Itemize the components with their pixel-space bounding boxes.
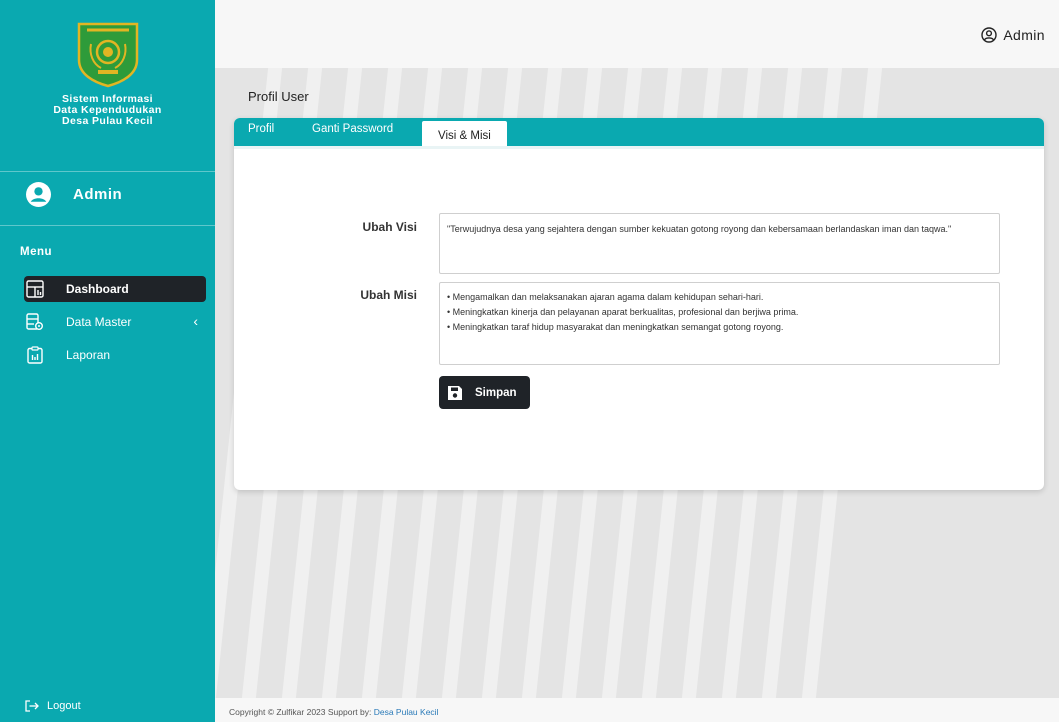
misi-textarea[interactable]: • Mengamalkan dan melaksanakan ajaran ag… (439, 282, 1000, 365)
top-bar: Admin (215, 0, 1059, 68)
profile-card: Profil Ganti Password Visi & Misi Ubah V… (234, 118, 1044, 490)
sidebar-user: Admin (26, 182, 122, 207)
sidebar-item-data-master[interactable]: Data Master ‹ (24, 309, 206, 335)
sidebar-divider (0, 171, 215, 172)
logout-button[interactable]: Logout (25, 700, 81, 712)
app-title: Sistem Informasi Data Kependudukan Desa … (0, 94, 215, 127)
tab-bar: Profil Ganti Password Visi & Misi (234, 118, 1044, 146)
sidebar-user-name: Admin (73, 186, 123, 203)
chevron-left-icon: ‹ (193, 313, 198, 329)
footer-copyright: Copyright © Zulfikar 2023 Support by: (229, 707, 372, 717)
visi-label: Ubah Visi (362, 220, 417, 234)
save-button-label: Simpan (475, 386, 517, 399)
sidebar: Sistem Informasi Data Kependudukan Desa … (0, 0, 215, 722)
footer-link[interactable]: Desa Pulau Kecil (374, 707, 439, 717)
regency-logo (77, 22, 138, 88)
page-title: Profil User (248, 89, 309, 104)
sidebar-item-laporan[interactable]: Laporan (24, 342, 206, 368)
sidebar-item-label: Data Master (66, 315, 132, 329)
header-user-label: Admin (1003, 27, 1045, 43)
user-avatar-icon (26, 182, 51, 207)
save-button[interactable]: Simpan (439, 376, 530, 409)
misi-item: • Meningkatkan kinerja dan pelayanan apa… (447, 307, 799, 317)
dashboard-icon (26, 280, 44, 298)
sidebar-divider (0, 225, 215, 226)
data-master-icon (26, 313, 44, 331)
footer: Copyright © Zulfikar 2023 Support by: De… (215, 698, 1059, 722)
sidebar-item-label: Laporan (66, 348, 111, 362)
tab-underline (234, 146, 1044, 149)
app-title-line-3: Desa Pulau Kecil (61, 115, 154, 127)
user-circle-icon (981, 27, 998, 43)
sidebar-item-label: Dashboard (66, 282, 129, 296)
sidebar-item-dashboard[interactable]: Dashboard (24, 276, 206, 302)
misi-label: Ubah Misi (360, 288, 417, 302)
misi-item: • Meningkatkan taraf hidup masyarakat da… (447, 322, 784, 332)
misi-item: • Mengamalkan dan melaksanakan ajaran ag… (447, 292, 764, 302)
tab-profil[interactable]: Profil (248, 123, 274, 135)
floppy-disk-icon (448, 385, 462, 400)
logo-container (0, 0, 215, 92)
tab-ganti-password[interactable]: Ganti Password (312, 123, 393, 135)
logout-icon (25, 700, 39, 712)
header-user-menu[interactable]: Admin (981, 27, 1045, 43)
report-icon (26, 346, 44, 364)
menu-heading: Menu (20, 246, 53, 258)
tab-visi-misi[interactable]: Visi & Misi (422, 121, 507, 146)
logout-label: Logout (47, 700, 81, 712)
misi-list: • Mengamalkan dan melaksanakan ajaran ag… (447, 290, 992, 335)
visi-textarea[interactable]: "Terwujudnya desa yang sejahtera dengan … (439, 213, 1000, 274)
